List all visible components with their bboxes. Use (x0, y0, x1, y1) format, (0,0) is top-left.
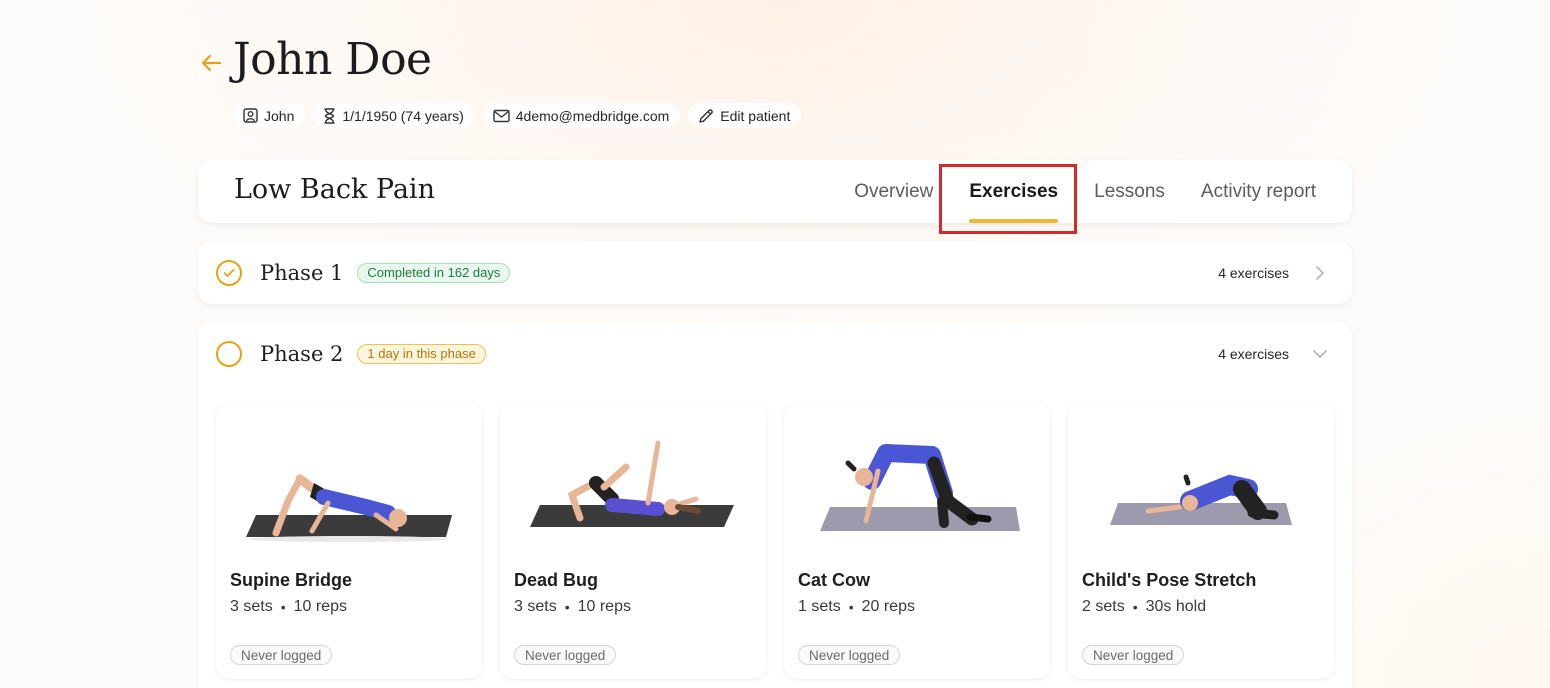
exercise-amount: 10 reps (577, 598, 631, 615)
exercise-name: Child's Pose Stretch (1082, 570, 1257, 590)
exercise-grid: Supine Bridge 3 sets • 10 reps Never log… (216, 403, 1334, 679)
condition-tabs: Overview Exercises Lessons Activity repo… (854, 160, 1316, 223)
separator-dot-icon: • (564, 599, 570, 615)
chevron-right-icon[interactable] (1310, 263, 1330, 283)
chevron-down-icon[interactable] (1310, 344, 1330, 364)
patient-name: John Doe (233, 34, 432, 85)
dob-text: 1/1/1950 (74 years) (342, 107, 464, 124)
mail-icon (493, 109, 510, 122)
phase-status-badge: Completed in 162 days (357, 262, 511, 283)
edit-patient-button[interactable]: Edit patient (688, 103, 802, 128)
phase-title: Phase 2 (260, 341, 344, 366)
phase-2-header[interactable]: Phase 2 1 day in this phase 4 exercises (198, 322, 1352, 385)
phase-1-header[interactable]: Phase 1 Completed in 162 days 4 exercise… (198, 241, 1352, 304)
exercise-amount: 10 reps (293, 598, 347, 615)
tab-overview[interactable]: Overview (854, 160, 933, 223)
exercise-name: Cat Cow (798, 570, 870, 590)
condition-title: Low Back Pain (234, 174, 435, 205)
empty-circle-icon (216, 340, 242, 367)
exercise-sets: 1 sets (798, 598, 841, 615)
exercise-card[interactable]: Supine Bridge 3 sets • 10 reps Never log… (216, 403, 482, 679)
exercise-amount: 30s hold (1145, 598, 1207, 615)
condition-bar: Low Back Pain Overview Exercises Lessons… (198, 160, 1352, 223)
first-name-text: John (264, 107, 295, 124)
supine-bridge-image (246, 474, 452, 542)
exercise-dose: 3 sets • 10 reps (230, 598, 347, 616)
pencil-icon (699, 108, 714, 123)
exercise-count: 4 exercises (1218, 264, 1289, 281)
exercise-card[interactable]: Child's Pose Stretch 2 sets • 30s hold N… (1068, 403, 1334, 679)
phase-card: Phase 1 Completed in 162 days 4 exercise… (198, 241, 1352, 304)
first-name-chip: John (233, 103, 306, 128)
exercise-dose: 2 sets • 30s hold (1082, 598, 1206, 616)
cat-cow-image (820, 444, 1020, 531)
log-status-badge: Never logged (514, 645, 617, 665)
exercise-amount: 20 reps (861, 598, 915, 615)
log-status-badge: Never logged (1082, 645, 1185, 665)
email-chip: 4demo@medbridge.com (482, 103, 681, 128)
back-arrow-icon[interactable] (198, 50, 224, 76)
edit-patient-label: Edit patient (720, 107, 791, 124)
separator-dot-icon: • (1132, 599, 1138, 615)
separator-dot-icon: • (280, 599, 286, 615)
check-circle-icon (216, 259, 242, 286)
user-icon (243, 108, 258, 123)
phase-title: Phase 1 (260, 260, 344, 285)
childs-pose-image (1110, 474, 1292, 525)
phase-status-badge: 1 day in this phase (357, 343, 486, 364)
exercise-sets: 2 sets (1082, 598, 1125, 615)
exercise-name: Supine Bridge (230, 570, 353, 590)
tab-lessons[interactable]: Lessons (1094, 160, 1165, 223)
tab-exercises[interactable]: Exercises (969, 160, 1058, 223)
exercise-name: Dead Bug (514, 570, 599, 590)
exercise-card[interactable]: Dead Bug 3 sets • 10 reps Never logged (500, 403, 766, 679)
exercise-dose: 1 sets • 20 reps (798, 598, 915, 616)
exercise-dose: 3 sets • 10 reps (514, 598, 631, 616)
exercise-count: 4 exercises (1218, 345, 1289, 362)
log-status-badge: Never logged (798, 645, 901, 665)
exercise-card[interactable]: Cat Cow 1 sets • 20 reps Never logged (784, 403, 1050, 679)
hourglass-icon (324, 107, 335, 124)
dob-chip: 1/1/1950 (74 years) (313, 103, 475, 128)
separator-dot-icon: • (848, 599, 854, 615)
exercise-sets: 3 sets (230, 598, 273, 615)
log-status-badge: Never logged (230, 645, 333, 665)
email-text: 4demo@medbridge.com (515, 107, 670, 124)
tab-activity-report[interactable]: Activity report (1201, 160, 1316, 223)
exercise-sets: 3 sets (514, 598, 557, 615)
dead-bug-image (530, 440, 734, 527)
patient-info-chips: John 1/1/1950 (74 years) 4demo@medbridge… (233, 103, 802, 128)
phase-card: Phase 2 1 day in this phase 4 exercises … (198, 322, 1352, 688)
